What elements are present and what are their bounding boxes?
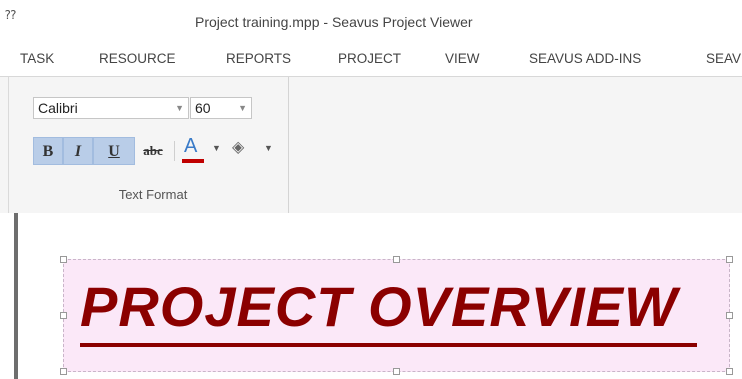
ribbon: Calibri ▼ 60 ▼ B I U abc A ▼ ◈ ▼ Text Fo… (0, 76, 742, 214)
resize-handle[interactable] (726, 256, 733, 263)
ribbon-edge (8, 77, 9, 213)
tab-project[interactable]: PROJECT (338, 51, 401, 66)
resize-handle[interactable] (60, 368, 67, 375)
toolbar-separator (174, 141, 175, 161)
heading-textbox[interactable]: PROJECT OVERVIEW (60, 256, 733, 375)
chevron-down-icon[interactable]: ▼ (175, 98, 184, 118)
tab-seavus[interactable]: SEAV (706, 51, 741, 66)
resize-handle[interactable] (60, 256, 67, 263)
canvas-left-border (14, 213, 18, 379)
ribbon-tabs: TASK RESOURCE REPORTS PROJECT VIEW SEAVU… (0, 42, 742, 76)
font-size-value: 60 (195, 100, 211, 116)
resize-handle[interactable] (393, 368, 400, 375)
strikethrough-button[interactable]: abc (136, 137, 170, 165)
font-name-value: Calibri (38, 100, 78, 116)
chevron-down-icon[interactable]: ▼ (238, 98, 247, 118)
tab-view[interactable]: VIEW (445, 51, 480, 66)
font-color-button[interactable]: A (182, 135, 204, 165)
tab-resource[interactable]: RESOURCE (99, 51, 176, 66)
font-color-letter: A (184, 135, 198, 157)
resize-handle[interactable] (726, 312, 733, 319)
report-canvas: PROJECT OVERVIEW (0, 213, 742, 379)
tab-seavus-add-ins[interactable]: SEAVUS ADD-INS (529, 51, 641, 66)
fill-color-dropdown-icon[interactable]: ▼ (264, 143, 273, 153)
font-color-dropdown-icon[interactable]: ▼ (212, 143, 221, 153)
tab-task[interactable]: TASK (20, 51, 54, 66)
font-size-select[interactable]: 60 ▼ (190, 97, 252, 119)
resize-handle[interactable] (393, 256, 400, 263)
window-title: Project training.mpp - Seavus Project Vi… (195, 14, 473, 30)
font-name-select[interactable]: Calibri ▼ (33, 97, 189, 119)
underline-button[interactable]: U (93, 137, 135, 165)
report-heading: PROJECT OVERVIEW (80, 275, 678, 338)
font-color-swatch (182, 159, 204, 163)
heading-underline (80, 343, 697, 347)
text-format-group: Calibri ▼ 60 ▼ B I U abc A ▼ ◈ ▼ Text Fo… (18, 77, 289, 213)
resize-handle[interactable] (60, 312, 67, 319)
italic-button[interactable]: I (63, 137, 93, 165)
title-bar: ⁇ Project training.mpp - Seavus Project … (0, 0, 742, 42)
group-label: Text Format (118, 187, 188, 202)
resize-handle[interactable] (726, 368, 733, 375)
paint-bucket-icon[interactable]: ◈ (232, 137, 244, 157)
tab-reports[interactable]: REPORTS (226, 51, 291, 66)
bold-button[interactable]: B (33, 137, 63, 165)
